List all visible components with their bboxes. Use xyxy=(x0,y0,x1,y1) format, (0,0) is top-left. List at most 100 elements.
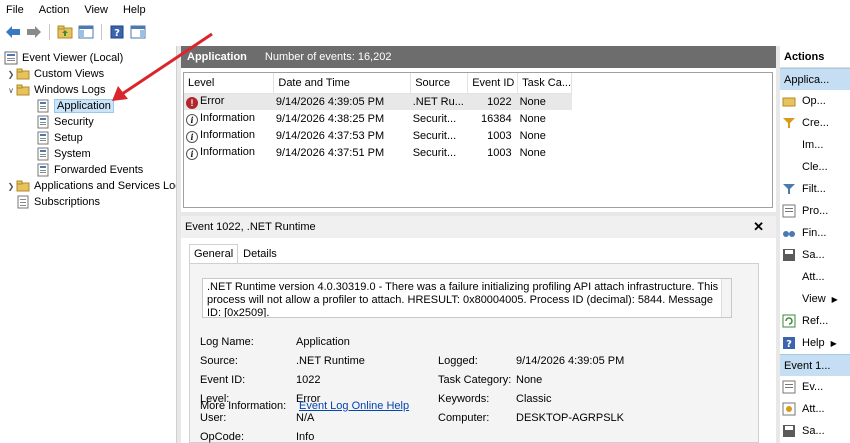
column-header-task-category[interactable]: Task Ca... xyxy=(517,73,572,94)
menu-help[interactable]: Help xyxy=(123,4,146,16)
column-header-event-id[interactable]: Event ID xyxy=(467,73,519,94)
tree-item-root[interactable]: Event Viewer (Local) xyxy=(4,50,123,66)
information-icon: i xyxy=(186,130,198,143)
action-attach[interactable]: Att... xyxy=(780,266,850,288)
action-help[interactable]: ? Help ▶ xyxy=(780,332,850,354)
tree-item-system[interactable]: System xyxy=(36,146,91,162)
action-create[interactable]: Cre... xyxy=(780,112,850,134)
action-view[interactable]: View ▶ xyxy=(780,288,850,310)
row-source: Securit... xyxy=(412,112,457,125)
tree-label-system: System xyxy=(54,148,91,160)
row-source: .NET Ru... xyxy=(410,93,468,110)
save-icon xyxy=(782,424,796,438)
event-count: Number of events: 16,202 xyxy=(264,51,392,63)
chevron-right-icon[interactable]: ❯ xyxy=(6,182,16,191)
menu-view[interactable]: View xyxy=(84,4,108,16)
tree-item-windows-logs[interactable]: ∨ Windows Logs xyxy=(6,82,106,98)
log-title: Application xyxy=(187,51,247,63)
action-save-selected[interactable]: Sa... xyxy=(780,420,850,442)
row-level: Information xyxy=(200,111,256,124)
description-scrollbar[interactable] xyxy=(721,279,731,317)
show-hide-console-tree-icon[interactable] xyxy=(77,23,95,41)
action-label: Filt... xyxy=(802,183,826,195)
detail-tabs: General Details xyxy=(189,244,282,264)
actions-section-label: Applica... xyxy=(784,73,830,86)
column-header-level[interactable]: Level xyxy=(184,73,275,94)
event-description[interactable]: .NET Runtime version 4.0.30319.0 - There… xyxy=(202,278,732,318)
action-open[interactable]: Op... xyxy=(780,90,850,112)
toolbar: ? xyxy=(0,20,850,44)
row-level: Error xyxy=(200,94,225,107)
back-arrow-icon[interactable] xyxy=(4,23,22,41)
properties-icon xyxy=(782,204,796,218)
computer-value: DESKTOP-AGRPSLK xyxy=(516,412,624,424)
column-header-source[interactable]: Source xyxy=(410,73,469,94)
tree-item-forwarded-events[interactable]: Forwarded Events xyxy=(36,162,143,178)
tree-item-custom-views[interactable]: ❯ Custom Views xyxy=(6,66,104,82)
row-datetime: 9/14/2026 4:37:51 PM xyxy=(275,146,385,159)
tab-details[interactable]: Details xyxy=(238,244,282,264)
up-folder-icon[interactable] xyxy=(56,23,74,41)
filter-icon xyxy=(782,116,796,130)
row-event-id: 1022 xyxy=(467,93,518,110)
tree-item-application[interactable]: Application xyxy=(36,98,114,114)
source-value: .NET Runtime xyxy=(296,355,365,367)
tree-item-subscriptions[interactable]: Subscriptions xyxy=(16,194,100,210)
table-row[interactable]: i Information 9/14/2026 4:37:53 PM Securi… xyxy=(184,127,572,144)
help-icon[interactable]: ? xyxy=(108,23,126,41)
action-properties[interactable]: Pro... xyxy=(780,200,850,222)
table-row[interactable]: i Information 9/14/2026 4:38:25 PM Securi… xyxy=(184,110,572,127)
close-icon[interactable]: ✕ xyxy=(753,219,764,235)
forward-arrow-icon[interactable] xyxy=(25,23,43,41)
action-save[interactable]: Sa... xyxy=(780,244,850,266)
row-datetime: 9/14/2026 4:37:53 PM xyxy=(275,129,385,142)
svg-text:?: ? xyxy=(114,28,120,39)
subscriptions-icon xyxy=(16,195,30,209)
properties-icon xyxy=(782,380,796,394)
column-header-datetime[interactable]: Date and Time xyxy=(273,73,412,94)
action-label: View xyxy=(802,293,826,305)
action-import[interactable]: Im... xyxy=(780,134,850,156)
action-label: Ref... xyxy=(802,315,829,327)
row-task: None xyxy=(519,112,546,125)
open-folder-icon xyxy=(782,94,796,108)
log-icon xyxy=(36,115,50,129)
general-tab-body: .NET Runtime version 4.0.30319.0 - There… xyxy=(189,263,759,443)
tree-item-security[interactable]: Security xyxy=(36,114,94,130)
chevron-down-icon[interactable]: ∨ xyxy=(6,86,16,95)
tree-label-windows-logs: Windows Logs xyxy=(34,84,106,96)
tab-general[interactable]: General xyxy=(189,244,239,264)
event-id-label: Event ID: xyxy=(200,374,246,386)
event-log-online-help-link[interactable]: Event Log Online Help xyxy=(299,400,409,412)
description-text: .NET Runtime version 4.0.30319.0 - There… xyxy=(207,281,719,318)
action-refresh[interactable]: Ref... xyxy=(780,310,850,332)
table-row[interactable]: ! Error 9/14/2026 4:39:05 PM .NET Ru... 1… xyxy=(184,93,572,110)
user-value: N/A xyxy=(296,412,315,424)
event-id-value: 1022 xyxy=(296,374,321,386)
action-label: Att... xyxy=(802,271,825,283)
toolbar-separator xyxy=(101,24,102,40)
row-task: None xyxy=(519,146,546,159)
source-label: Source: xyxy=(200,355,238,367)
table-row[interactable]: i Information 9/14/2026 4:37:51 PM Securi… xyxy=(184,144,572,161)
show-hide-action-pane-icon[interactable] xyxy=(129,23,147,41)
action-event-properties[interactable]: Ev... xyxy=(780,376,850,398)
action-find[interactable]: Fin... xyxy=(780,222,850,244)
row-datetime: 9/14/2026 4:38:25 PM xyxy=(275,112,385,125)
more-info-label: More Information: xyxy=(200,400,287,412)
actions-section-label: Event 1... xyxy=(784,359,831,372)
action-attach-task[interactable]: Att... xyxy=(780,398,850,420)
actions-section-application[interactable]: Applica... xyxy=(780,68,850,90)
user-label: User: xyxy=(200,412,227,424)
action-clear[interactable]: Cle... xyxy=(780,156,850,178)
tree-item-apps-services[interactable]: ❯ Applications and Services Log xyxy=(6,178,177,194)
chevron-right-icon[interactable]: ❯ xyxy=(6,70,16,79)
action-filter[interactable]: Filt... xyxy=(780,178,850,200)
tree-item-setup[interactable]: Setup xyxy=(36,130,83,146)
log-name-value: Application xyxy=(296,336,350,348)
tree-label-apps-services: Applications and Services Log xyxy=(34,180,177,192)
menu-file[interactable]: File xyxy=(6,4,24,16)
action-label: Op... xyxy=(802,95,826,107)
actions-section-event[interactable]: Event 1... xyxy=(780,354,850,376)
menu-action[interactable]: Action xyxy=(39,4,70,16)
